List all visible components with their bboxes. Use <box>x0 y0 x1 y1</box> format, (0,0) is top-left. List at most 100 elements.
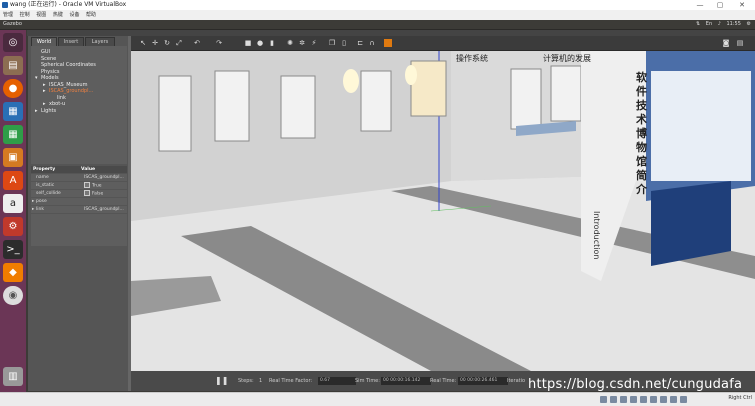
tree-arrow-groundplane[interactable]: ▸ <box>43 88 46 95</box>
virtualbox-app-icon[interactable]: ◆ <box>3 263 23 282</box>
menu-hotkey[interactable]: 热键 <box>53 12 63 18</box>
align-icon[interactable]: ⊏ <box>356 39 364 47</box>
snap-icon[interactable]: ∩ <box>368 39 376 47</box>
property-key: self_collide <box>36 191 61 196</box>
iterations-label: Iteratio <box>507 378 526 384</box>
menu-view[interactable]: 视图 <box>36 12 46 18</box>
property-row-self-collide[interactable]: self_collide False <box>31 190 127 198</box>
property-value: ISCAS_groundpl... <box>84 175 124 180</box>
wall-text-os: 操作系统 <box>456 53 488 63</box>
trash-icon[interactable]: ▥ <box>3 367 23 386</box>
redo-icon[interactable]: ↷ <box>215 39 223 47</box>
value-col: Value <box>81 167 96 172</box>
mouse-icon[interactable] <box>670 396 677 403</box>
translate-icon[interactable]: ✛ <box>151 39 159 47</box>
usb-icon[interactable] <box>620 396 627 403</box>
pause-icon[interactable]: ❚❚ <box>215 371 228 391</box>
property-key: link <box>36 207 44 212</box>
window-title-bar: wang (正在运行) - Oracle VM VirtualBox — ▢ ✕ <box>0 0 755 10</box>
steps-label: Steps: <box>238 378 254 384</box>
vbox-menu-bar: 管理 控制 视图 热键 设备 帮助 <box>0 10 755 20</box>
gazebo-toolbar: ↖ ✛ ↻ ⤢ ↶ ↷ ■ ● ▮ ✺ ✲ ⚡ ❐ ▯ ⊏ ∩ ◙ ▤ <box>131 36 755 51</box>
spot-light-icon[interactable]: ✲ <box>298 39 306 47</box>
property-row-link[interactable]: ▸ link ISCAS_groundpl... <box>31 206 127 214</box>
log-icon[interactable]: ▤ <box>736 39 744 47</box>
menu-manage[interactable]: 管理 <box>3 12 13 18</box>
dvd-icon[interactable]: ◉ <box>3 286 23 305</box>
cd-icon[interactable] <box>610 396 617 403</box>
display-icon[interactable] <box>650 396 657 403</box>
property-row-name[interactable]: name ISCAS_groundpl... <box>31 174 127 182</box>
sphere-icon[interactable]: ● <box>256 39 264 47</box>
maximize-button[interactable]: ▢ <box>713 0 727 10</box>
record-icon[interactable] <box>384 39 392 47</box>
menu-devices[interactable]: 设备 <box>69 12 79 18</box>
property-key: is_static <box>36 183 55 188</box>
terminal-icon[interactable]: >_ <box>3 240 23 259</box>
firefox-icon[interactable]: ● <box>3 79 23 98</box>
clock[interactable]: 11:55 <box>727 21 741 27</box>
expand-arrow[interactable]: ▸ <box>32 206 34 213</box>
property-row-is-static[interactable]: is_static True <box>31 182 127 190</box>
real-time-label: Real Time: <box>430 378 457 384</box>
ubuntu-dash-icon[interactable]: ◎ <box>3 33 23 52</box>
property-value: False <box>92 191 104 197</box>
close-button[interactable]: ✕ <box>735 0 749 10</box>
amazon-icon[interactable]: a <box>3 194 23 213</box>
calc-icon[interactable]: ▦ <box>3 125 23 144</box>
box-icon[interactable]: ■ <box>244 39 252 47</box>
cylinder-icon[interactable]: ▮ <box>268 39 276 47</box>
ubuntu-top-panel: Gazebo ⇅ En ♪ 11:55 ⚙ <box>0 20 755 30</box>
tree-item-lights[interactable]: Lights <box>41 108 56 115</box>
self-collide-checkbox[interactable] <box>84 190 90 196</box>
point-light-icon[interactable]: ✺ <box>286 39 294 47</box>
undo-icon[interactable]: ↶ <box>193 39 201 47</box>
sim-time-value: 00 00:00:16.142 <box>381 377 431 385</box>
window-title: wang (正在运行) - Oracle VM VirtualBox <box>10 1 127 8</box>
csdn-watermark: https://blog.csdn.net/cungudafa <box>528 377 743 392</box>
dir-light-icon[interactable]: ⚡ <box>310 39 318 47</box>
world-tree: GUI Scene Spherical Coordinates Physics … <box>31 46 127 164</box>
rotate-icon[interactable]: ↻ <box>163 39 171 47</box>
property-row-pose[interactable]: ▸ pose <box>31 198 127 206</box>
record-status-icon[interactable] <box>660 396 667 403</box>
tree-arrow-lights[interactable]: ▸ <box>35 108 38 115</box>
rtf-label: Real Time Factor: <box>269 378 313 384</box>
tree-arrow-models[interactable]: ▾ <box>35 75 38 82</box>
select-icon[interactable]: ↖ <box>139 39 147 47</box>
software-center-icon[interactable]: A <box>3 171 23 190</box>
keyboard-status-icon[interactable] <box>680 396 687 403</box>
rtf-value: 0.67 <box>318 377 356 385</box>
hdd-icon[interactable] <box>600 396 607 403</box>
keyboard-icon[interactable]: En <box>706 21 712 27</box>
files-icon[interactable]: ▤ <box>3 56 23 75</box>
virtualbox-icon <box>2 2 8 8</box>
real-time-value: 00 00:00:26.461 <box>458 377 508 385</box>
tree-item-groundplane[interactable]: ISCAS_groundpl... <box>49 88 93 95</box>
left-panel: World Insert Layers GUI Scene Spherical … <box>28 36 128 391</box>
system-settings-icon[interactable]: ⚙ <box>3 217 23 236</box>
shared-folder-icon[interactable] <box>640 396 647 403</box>
copy-icon[interactable]: ❐ <box>328 39 336 47</box>
menu-help[interactable]: 帮助 <box>86 12 96 18</box>
power-icon[interactable]: ⚙ <box>747 21 751 27</box>
writer-icon[interactable]: ▦ <box>3 102 23 121</box>
network-status-icon[interactable] <box>630 396 637 403</box>
volume-icon[interactable]: ♪ <box>718 21 721 27</box>
is-static-checkbox[interactable] <box>84 182 90 188</box>
impress-icon[interactable]: ▣ <box>3 148 23 167</box>
minimize-button[interactable]: — <box>693 0 707 10</box>
wall-text-history: 计算机的发展 <box>543 53 591 63</box>
property-key: pose <box>36 199 47 204</box>
property-panel: Property Value name ISCAS_groundpl... is… <box>31 166 127 246</box>
menu-control[interactable]: 控制 <box>20 12 30 18</box>
scale-icon[interactable]: ⤢ <box>175 39 183 47</box>
sim-time-label: Sim Time: <box>355 378 380 384</box>
expand-arrow[interactable]: ▸ <box>32 198 34 205</box>
property-key: name <box>36 175 49 180</box>
screenshot-icon[interactable]: ◙ <box>722 39 730 47</box>
network-icon[interactable]: ⇅ <box>696 21 700 27</box>
steps-value[interactable]: 1 <box>259 371 262 391</box>
paste-icon[interactable]: ▯ <box>340 39 348 47</box>
3d-viewport[interactable]: 操作系统 计算机的发展 软件技术博物馆简介 Introduction <box>131 51 755 371</box>
